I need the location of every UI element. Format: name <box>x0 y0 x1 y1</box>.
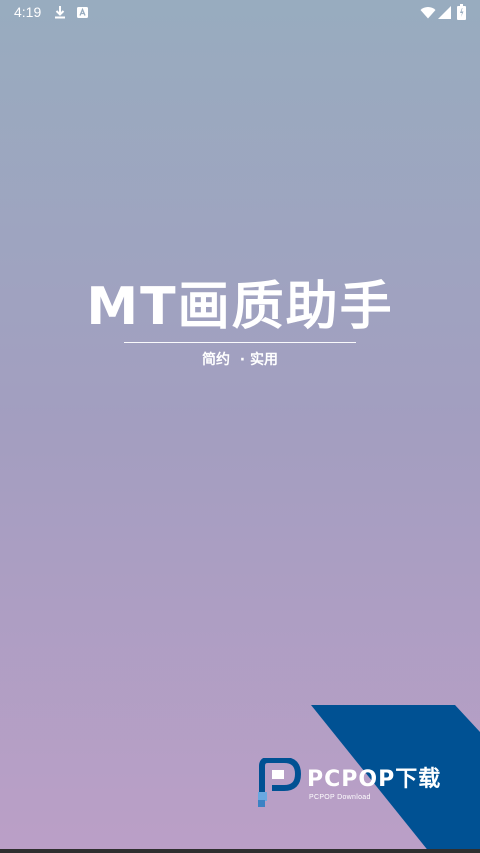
pcpop-logo-icon <box>258 758 301 807</box>
watermark-subtitle: PCPOP Download <box>309 794 371 801</box>
navigation-bar <box>0 849 480 853</box>
watermark-corner-shape <box>311 705 480 853</box>
watermark-brand: PCPOP下载 <box>307 767 442 792</box>
